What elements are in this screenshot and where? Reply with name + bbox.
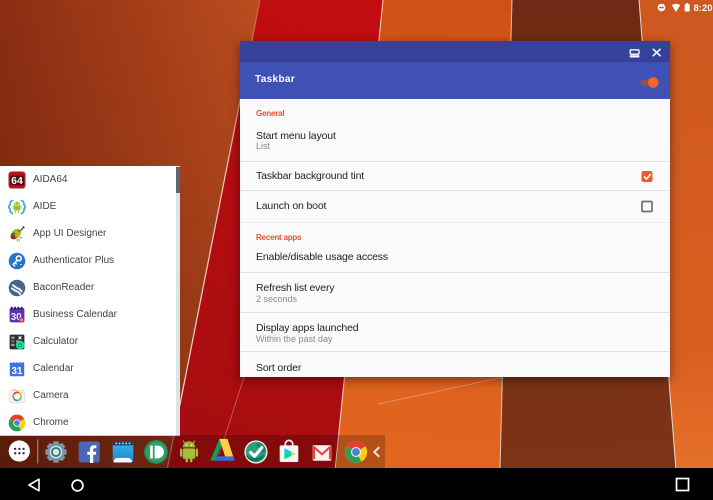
svg-text:64: 64 xyxy=(11,175,23,187)
svg-text:8:20: 8:20 xyxy=(694,3,713,14)
svg-text:31: 31 xyxy=(12,365,23,376)
